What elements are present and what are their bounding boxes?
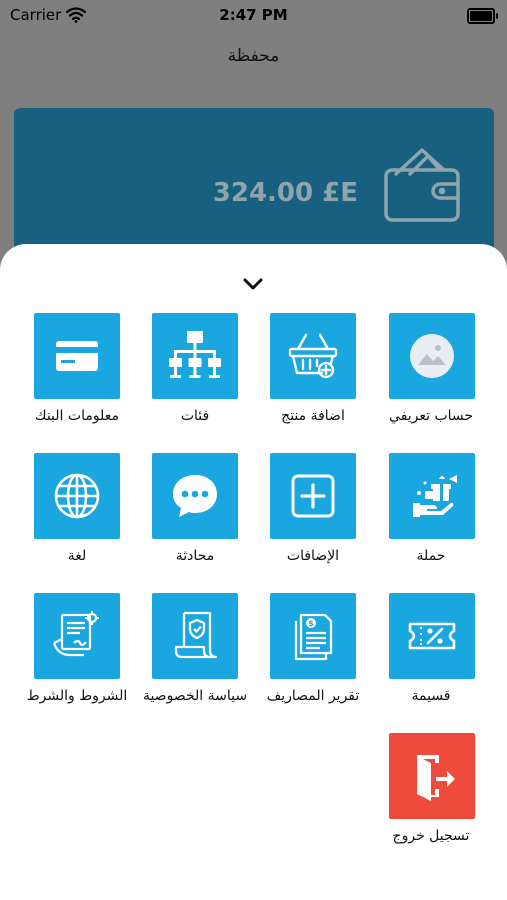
profile-image-icon [410,334,454,378]
coupon-button[interactable] [389,593,475,679]
svg-text:$: $ [308,619,314,628]
coupon-icon [408,622,456,650]
profile-button[interactable] [389,313,475,399]
addons-button[interactable] [270,453,356,539]
expense-report-button[interactable]: $ [270,593,356,679]
chat-bubble-icon [173,475,217,517]
logout-button[interactable] [389,733,475,819]
basket-add-icon [288,333,338,379]
campaign-button[interactable] [389,453,475,539]
status-bar: Carrier 2:47 PM [0,0,507,32]
plus-square-icon [291,474,335,518]
hierarchy-icon [169,331,221,378]
bank-info-label: معلومات البنك [35,408,119,424]
logout-door-icon [417,755,455,801]
categories-button[interactable] [152,313,238,399]
globe-icon [54,473,100,519]
chevron-down-icon[interactable] [242,276,264,292]
battery-icon [467,8,498,24]
contract-hand-icon [52,611,99,657]
terms-label: الشروط والشرط [26,688,128,704]
wallet-icon [384,148,460,222]
clock: 2:47 PM [219,6,288,24]
terms-button[interactable] [34,593,120,679]
menu-sheet: حساب تعريفي اضافة منتج فئات معلومات البن… [0,244,507,900]
bank-info-button[interactable] [34,313,120,399]
wallet-balance: 324.00 £E [212,178,358,208]
chat-button[interactable] [152,453,238,539]
privacy-policy-button[interactable] [152,593,238,679]
page-title: محفظة [227,46,280,66]
language-label: لغة [67,548,87,564]
credit-card-icon [56,341,98,371]
logout-label: تسجيل خروج [392,828,470,844]
policy-scroll-icon [174,611,218,659]
language-button[interactable] [34,453,120,539]
campaign-icon [413,475,457,517]
add-product-button[interactable] [270,313,356,399]
report-document-icon: $ [294,613,333,661]
